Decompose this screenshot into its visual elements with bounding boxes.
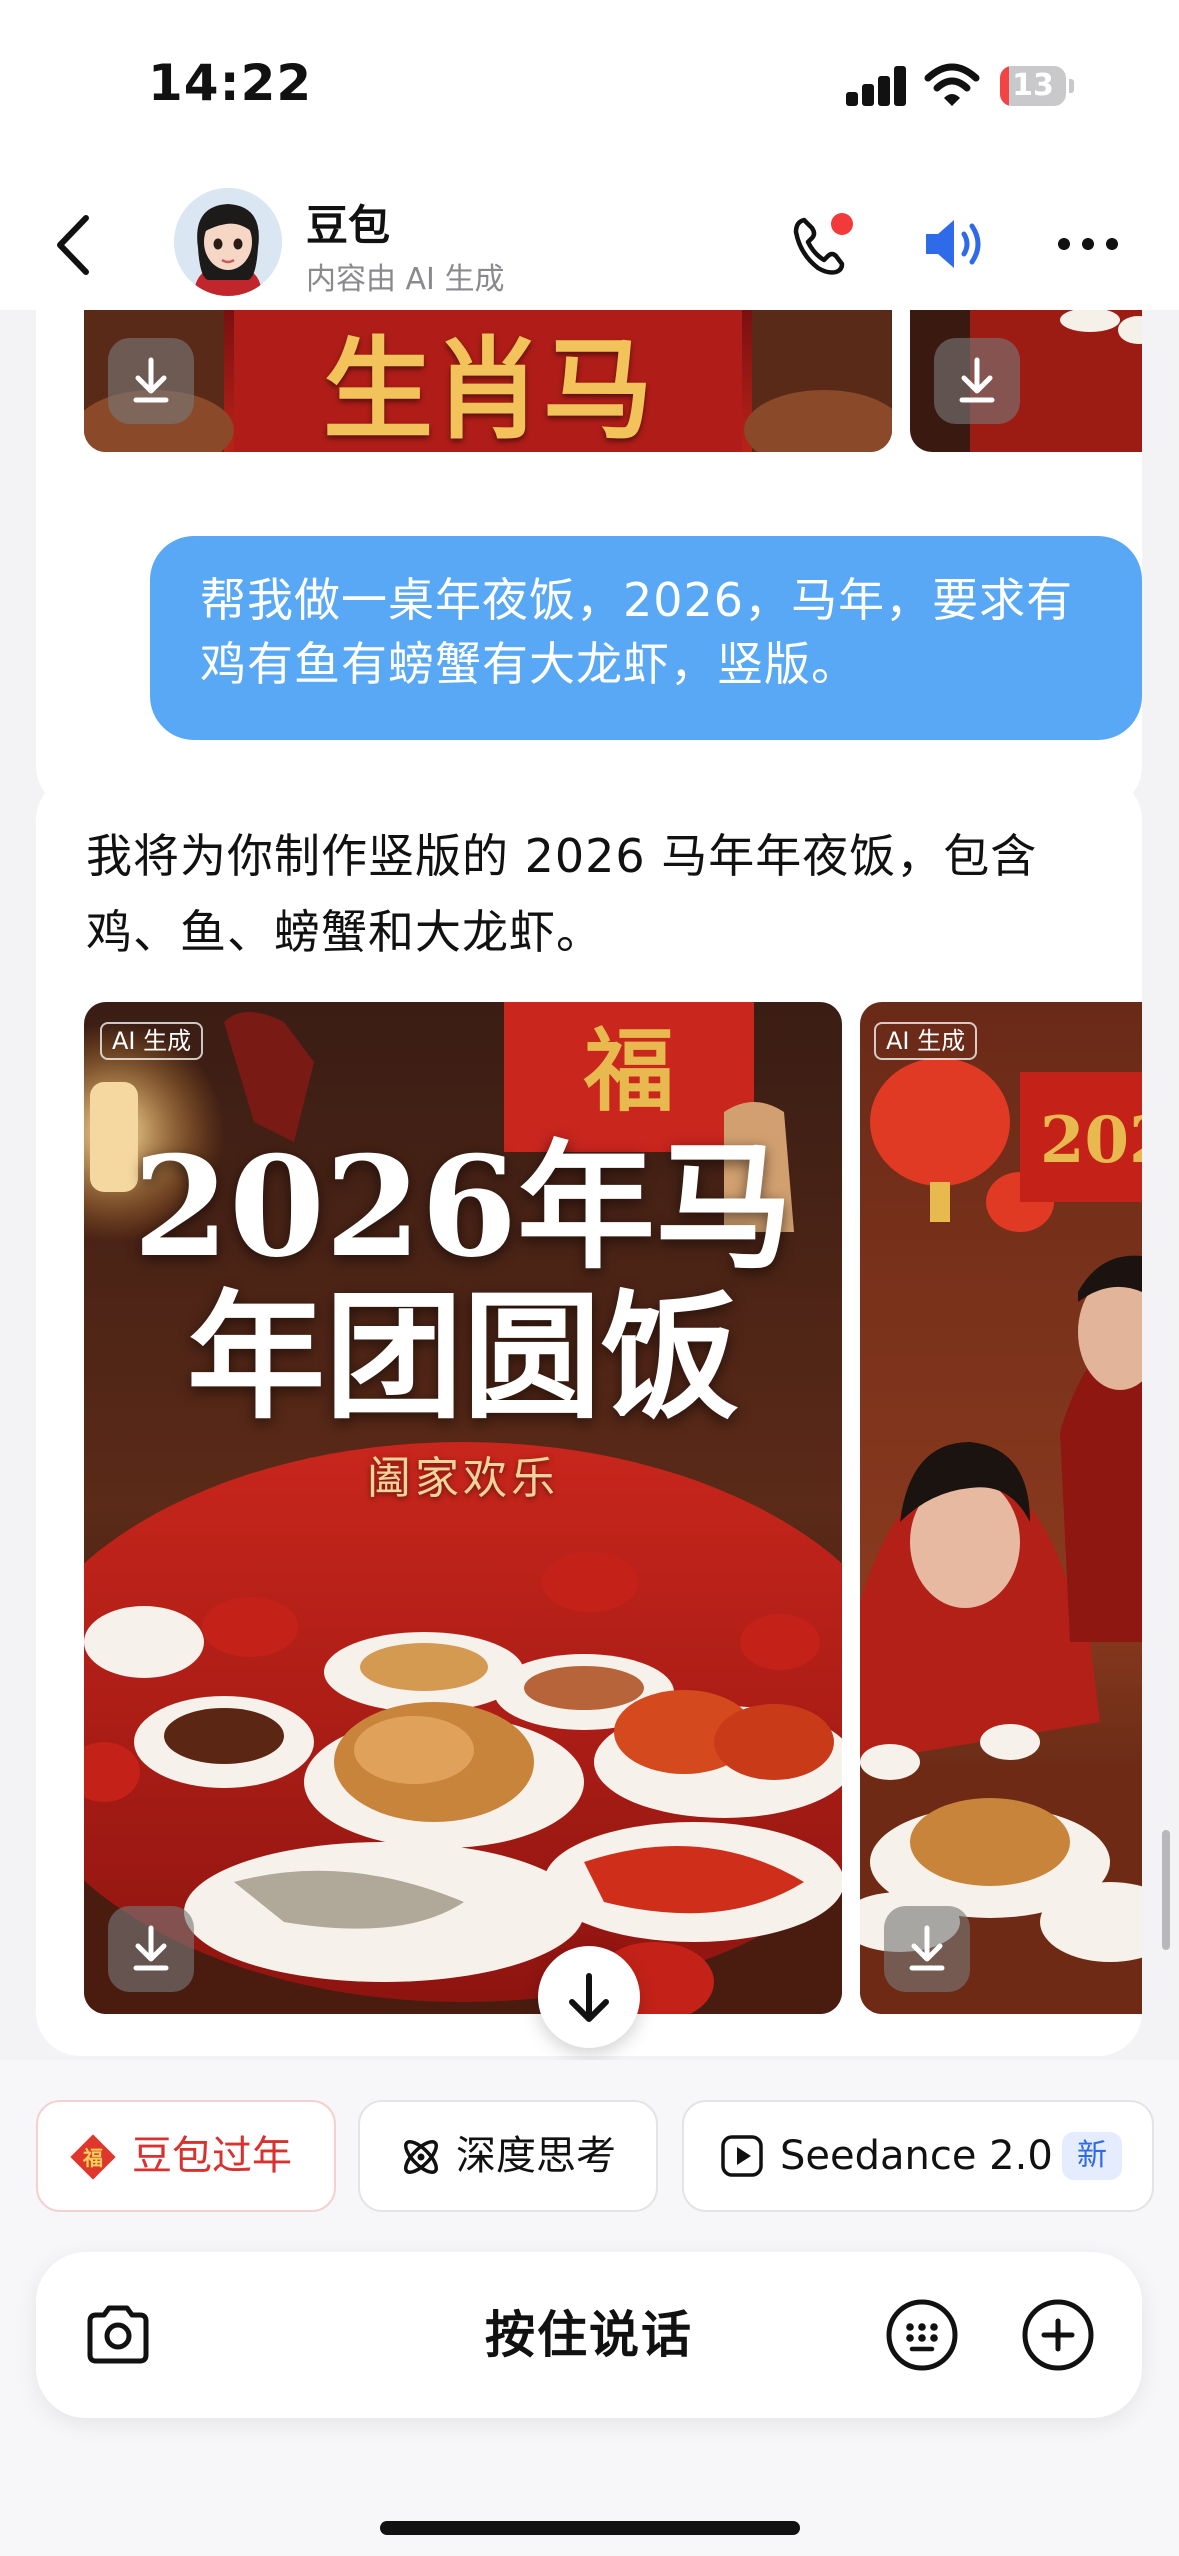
- battery-icon: 13: [1000, 66, 1074, 106]
- back-chevron-icon[interactable]: [48, 210, 98, 280]
- chip-doubao-new-year[interactable]: 福 豆包过年: [36, 2100, 336, 2212]
- status-time: 14:22: [148, 54, 313, 112]
- generated-image-1[interactable]: 福 AI 生成 2026年马年团圆饭 阖家欢乐: [84, 1002, 842, 2014]
- chat-header: 豆包 内容由 AI 生成: [0, 170, 1179, 310]
- wifi-icon: [924, 63, 980, 106]
- user-message[interactable]: 帮我做一桌年夜饭，2026，马年，要求有鸡有鱼有螃蟹有大龙虾，竖版。: [150, 536, 1142, 740]
- poster-title: 2026年马年团圆饭: [132, 1125, 794, 1438]
- ai-reply-text[interactable]: 我将为你制作竖版的 2026 马年年夜饭，包含鸡、鱼、螃蟹和大龙虾。: [86, 818, 1096, 970]
- download-button[interactable]: [884, 1906, 970, 1992]
- more-options-icon[interactable]: [1050, 206, 1126, 282]
- ai-message: 我将为你制作竖版的 2026 马年年夜饭，包含鸡、鱼、螃蟹和大龙虾。 福 AI …: [36, 776, 1142, 2056]
- poster-subtitle: 阖家欢乐: [367, 1453, 559, 1504]
- download-button[interactable]: [108, 338, 194, 424]
- phone-call-icon[interactable]: [786, 206, 862, 282]
- play-square-icon: [721, 2135, 763, 2177]
- fu-character: 福: [583, 1018, 674, 1124]
- ai-generated-tag: AI 生成: [874, 1022, 978, 1060]
- download-icon: [133, 1925, 169, 1971]
- keyboard-icon[interactable]: [884, 2297, 960, 2373]
- chip-label: 深度思考: [456, 2133, 616, 2179]
- download-icon: [133, 357, 169, 403]
- previous-image-title: 生肖马: [323, 325, 653, 452]
- download-button[interactable]: [934, 338, 1020, 424]
- fu-diamond-icon: 福: [70, 2134, 116, 2180]
- add-icon[interactable]: [1020, 2297, 1096, 2373]
- hold-to-talk-button[interactable]: 按住说话: [36, 2252, 1142, 2418]
- cellular-signal-icon: [846, 66, 908, 106]
- battery-level: 13: [1012, 68, 1054, 103]
- message-list[interactable]: 生肖马 帮我做一桌年夜饭，2026，马年，要求有鸡有鱼有螃蟹有大龙虾，竖版。 我…: [0, 310, 1179, 2060]
- avatar[interactable]: [174, 188, 282, 296]
- chat-title: 豆包: [306, 201, 391, 250]
- status-bar: 14:22 13: [0, 0, 1179, 170]
- chip-seedance[interactable]: Seedance 2.0 新: [682, 2100, 1154, 2212]
- chip-label: 豆包过年: [132, 2133, 292, 2179]
- banner-year-text: 202: [1040, 1103, 1142, 1178]
- quick-action-bar: 福 豆包过年 深度思考 Seedance 2.0 新: [0, 2060, 1179, 2220]
- new-badge: 新: [1062, 2132, 1122, 2180]
- input-bar: 按住说话: [36, 2252, 1142, 2418]
- download-icon: [909, 1925, 945, 1971]
- svg-text:福: 福: [82, 2146, 103, 2170]
- scroll-to-bottom-button[interactable]: [538, 1946, 640, 2048]
- download-button[interactable]: [108, 1906, 194, 1992]
- generated-image-2[interactable]: 202 AI 生成: [860, 1002, 1142, 2014]
- chip-deep-thinking[interactable]: 深度思考: [358, 2100, 658, 2212]
- speaker-on-icon[interactable]: [918, 206, 994, 282]
- previous-image-1[interactable]: 生肖马: [84, 310, 892, 452]
- scrollbar[interactable]: [1162, 1830, 1170, 1950]
- previous-image-2[interactable]: [910, 310, 1142, 452]
- ai-generated-tag: AI 生成: [100, 1022, 204, 1060]
- download-icon: [959, 357, 995, 403]
- chat-subtitle: 内容由 AI 生成: [306, 262, 505, 297]
- chip-label: Seedance 2.0: [780, 2133, 1053, 2179]
- arrow-down-icon: [569, 1973, 609, 2022]
- atom-icon: [404, 2140, 438, 2174]
- home-indicator[interactable]: [380, 2521, 800, 2535]
- input-area: 按住说话: [0, 2220, 1179, 2556]
- camera-icon[interactable]: [80, 2297, 156, 2373]
